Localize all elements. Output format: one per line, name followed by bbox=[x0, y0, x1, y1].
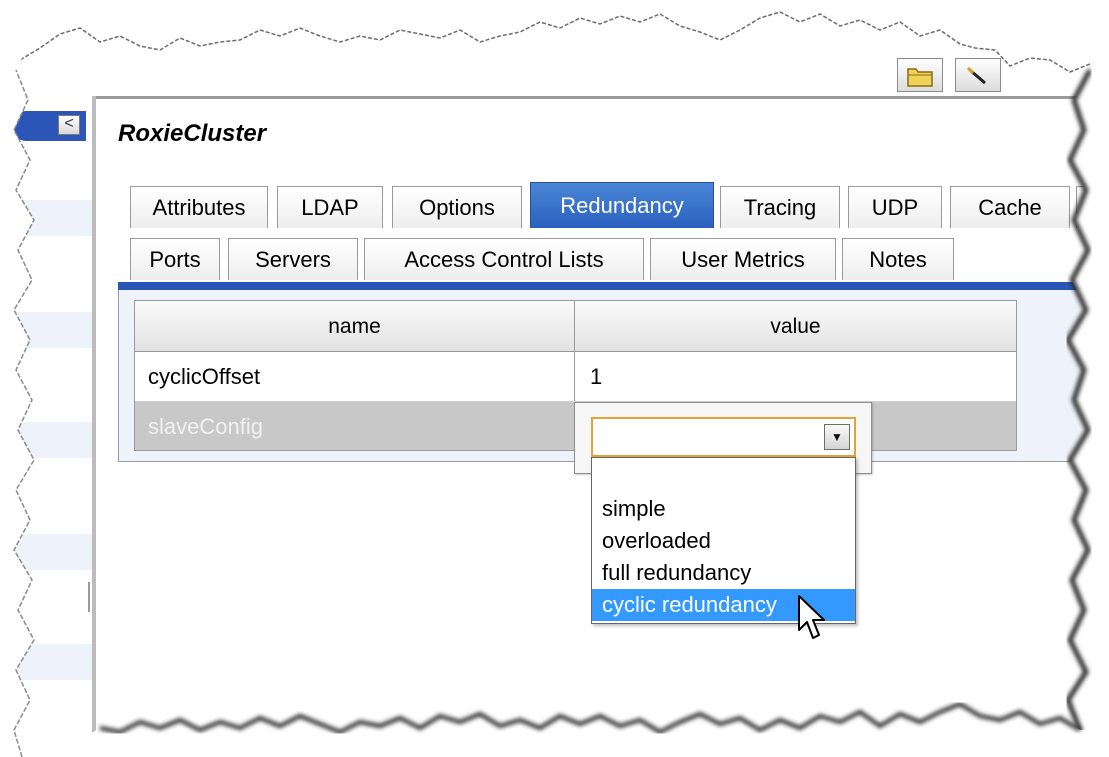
tab-redundancy[interactable]: Redundancy bbox=[530, 182, 714, 228]
wand-tool-button[interactable] bbox=[955, 58, 1001, 92]
folder-icon bbox=[907, 68, 933, 87]
dropdown-arrow-icon[interactable]: ▼ bbox=[824, 424, 850, 450]
column-header-name[interactable]: name bbox=[135, 301, 574, 352]
tab-strip-underline bbox=[118, 282, 1109, 290]
collapse-panel-button[interactable]: < bbox=[12, 111, 86, 141]
tab-options[interactable]: Options bbox=[392, 186, 522, 228]
option-overloaded[interactable]: overloaded bbox=[592, 525, 855, 557]
tab-cache[interactable]: Cache bbox=[950, 186, 1070, 228]
tab-user-metrics[interactable]: User Metrics bbox=[650, 238, 836, 280]
column-divider bbox=[574, 352, 575, 401]
column-divider bbox=[574, 301, 575, 351]
tab-udp[interactable]: UDP bbox=[848, 186, 942, 228]
dock-row bbox=[0, 312, 96, 348]
wand-icon bbox=[966, 66, 986, 85]
row-name-cell: cyclicOffset bbox=[148, 364, 261, 389]
column-header-value[interactable]: value bbox=[575, 301, 1016, 352]
tab-servers[interactable]: Servers bbox=[228, 238, 358, 280]
grid-row-cyclicoffset[interactable]: cyclicOffset 1 bbox=[135, 352, 1016, 402]
page-title: RoxieCluster bbox=[118, 120, 267, 147]
grid-header: name value bbox=[135, 301, 1016, 352]
option-empty[interactable] bbox=[592, 462, 855, 494]
dock-row bbox=[0, 644, 96, 680]
row-name-cell: slaveConfig bbox=[148, 414, 263, 439]
option-simple[interactable]: simple bbox=[592, 493, 855, 525]
slaveconfig-combobox[interactable]: ▼ bbox=[591, 417, 856, 457]
splitter-grip-icon bbox=[88, 582, 90, 612]
chevron-left-icon: < bbox=[58, 115, 80, 135]
mouse-pointer-icon bbox=[798, 595, 825, 639]
left-dock-panel bbox=[0, 96, 96, 757]
tab-ports[interactable]: Ports bbox=[130, 238, 220, 280]
tab-overflow[interactable] bbox=[1076, 186, 1109, 228]
tab-attributes[interactable]: Attributes bbox=[130, 186, 268, 228]
tab-tracing[interactable]: Tracing bbox=[720, 186, 840, 228]
row-value-cell[interactable]: 1 bbox=[590, 352, 602, 402]
tab-access-control-lists[interactable]: Access Control Lists bbox=[364, 238, 644, 280]
dock-row bbox=[0, 422, 96, 458]
option-full-redundancy[interactable]: full redundancy bbox=[592, 557, 855, 589]
dock-row bbox=[0, 534, 96, 570]
screenshot-stage: < RoxieCluster Attributes LDAP Options R… bbox=[0, 0, 1109, 757]
open-folder-button[interactable] bbox=[897, 58, 943, 92]
dock-row bbox=[0, 200, 96, 236]
tab-notes[interactable]: Notes bbox=[842, 238, 954, 280]
tab-ldap[interactable]: LDAP bbox=[277, 186, 383, 228]
